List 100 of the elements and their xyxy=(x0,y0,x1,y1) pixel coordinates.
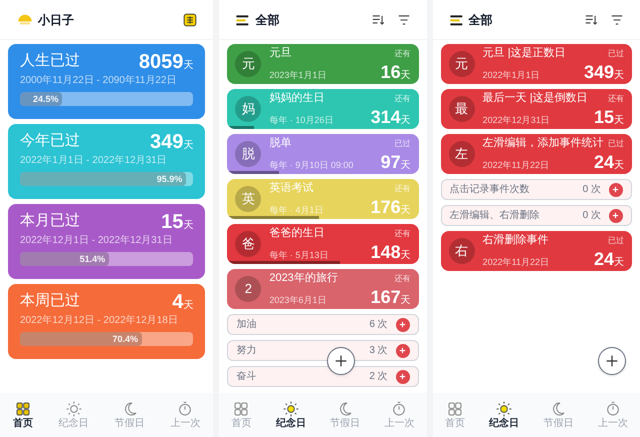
day-unit: 天 xyxy=(614,160,624,171)
plus-icon xyxy=(611,211,620,220)
counter-label: 点击记录事件次数 xyxy=(450,182,530,197)
nav-tab[interactable]: 首页 xyxy=(223,401,260,429)
moon-icon xyxy=(550,401,566,417)
day-count: 15 xyxy=(161,212,184,232)
event-title: 英语考试 xyxy=(269,182,314,196)
day-unit: 天 xyxy=(400,70,411,81)
counter-value: 0 次 xyxy=(582,183,601,197)
plus-icon xyxy=(332,353,349,369)
event-title: 最后一天 |这是倒数日 xyxy=(482,92,588,106)
day-unit: 天 xyxy=(183,139,194,153)
event-title: 元旦 xyxy=(269,47,292,61)
nav-tab[interactable]: 首页 xyxy=(436,401,473,429)
add-count-button[interactable] xyxy=(608,208,623,222)
status-tag: 还有 xyxy=(394,230,411,238)
avatar-badge: 最 xyxy=(448,96,475,122)
counter-value: 0 次 xyxy=(582,209,601,223)
filter-icon xyxy=(610,12,624,26)
event-date: 2023年1月1日 xyxy=(269,70,326,81)
plus-icon xyxy=(604,353,620,369)
day-count: 314 xyxy=(370,108,401,126)
add-count-button[interactable] xyxy=(396,344,410,358)
category-title: 全部 xyxy=(468,12,493,28)
day-unit: 天 xyxy=(400,296,411,306)
status-tag: 还有 xyxy=(394,185,411,193)
event-date: 每年 · 5月13日 xyxy=(269,250,328,261)
avatar-badge: 爸 xyxy=(235,231,262,257)
day-count: 24 xyxy=(594,250,614,268)
app-title: 小日子 xyxy=(38,12,74,28)
day-unit: 天 xyxy=(400,160,411,171)
date-range: 2022年1月1日 - 2022年12月31日 xyxy=(20,155,167,168)
event-date: 每年 · 9月10日 09:00 xyxy=(269,160,354,171)
day-unit: 天 xyxy=(400,206,411,216)
nav-tab[interactable]: 节假日 xyxy=(106,401,153,429)
status-tag: 还有 xyxy=(394,275,411,283)
counter-row[interactable]: 左滑编辑、右滑删除 0 次 xyxy=(440,205,632,226)
event-title: 妈妈的生日 xyxy=(269,92,324,106)
event-title: 右滑删除事件 xyxy=(482,234,549,248)
status-tag: 已过 xyxy=(608,140,624,148)
calendar-icon xyxy=(183,12,198,26)
status-tag: 已过 xyxy=(394,140,411,148)
sort-icon xyxy=(584,12,598,26)
nav-tab[interactable]: 纪念日 xyxy=(481,401,528,429)
avatar-badge: 妈 xyxy=(235,96,262,122)
nav-tab[interactable]: 上一次 xyxy=(590,401,636,429)
day-count: 8059 xyxy=(138,52,184,72)
day-count: 97 xyxy=(380,152,401,171)
card-title: 今年已过 xyxy=(20,132,80,151)
stopwatch-icon xyxy=(604,401,621,417)
nav-tab[interactable]: 节假日 xyxy=(535,401,582,429)
percent-label: 70.4% xyxy=(112,333,138,346)
avatar-badge: 英 xyxy=(235,186,262,212)
nav-tab[interactable]: 上一次 xyxy=(162,401,208,429)
stopwatch-icon xyxy=(391,401,408,417)
avatar-badge: 元 xyxy=(235,51,262,77)
date-range: 2022年12月1日 - 2022年12月31日 xyxy=(20,235,172,248)
nav-tab[interactable]: 纪念日 xyxy=(268,401,314,429)
day-unit: 天 xyxy=(400,116,411,126)
event-title: 爸爸的生日 xyxy=(269,227,324,241)
nav-tab[interactable]: 上一次 xyxy=(376,401,422,429)
day-unit: 天 xyxy=(400,250,411,261)
nav-tab[interactable]: 节假日 xyxy=(322,401,368,429)
nav-tab[interactable]: 首页 xyxy=(4,401,41,429)
status-tag: 已过 xyxy=(608,50,624,58)
event-title: 2023年的旅行 xyxy=(269,272,338,286)
avatar-badge: 脱 xyxy=(235,141,262,167)
day-count: 16 xyxy=(380,62,401,81)
event-title: 脱单 xyxy=(269,137,292,151)
day-unit: 天 xyxy=(614,70,624,81)
add-count-button[interactable] xyxy=(608,182,623,196)
sun-icon xyxy=(282,401,299,417)
percent-label: 51.4% xyxy=(80,253,106,266)
day-count: 4 xyxy=(172,292,184,312)
day-unit: 天 xyxy=(183,219,194,233)
grid-icon xyxy=(14,401,31,417)
counter-row[interactable]: 奋斗 2 次 xyxy=(227,366,419,387)
percent-label: 95.9% xyxy=(156,173,182,186)
avatar-badge: 元 xyxy=(448,51,475,77)
day-unit: 天 xyxy=(183,300,194,313)
date-range: 2000年11月22日 - 2090年11月22日 xyxy=(20,75,176,88)
date-range: 2022年12月12日 - 2022年12月18日 xyxy=(20,315,178,328)
counter-value: 2 次 xyxy=(369,370,388,384)
nav-tab[interactable]: 纪念日 xyxy=(50,401,97,429)
counter-row[interactable]: 点击记录事件次数 0 次 xyxy=(440,179,632,200)
event-title: 左滑编辑，添加事件统计 xyxy=(482,137,604,151)
day-count: 349 xyxy=(150,132,184,152)
counter-row[interactable]: 努力 3 次 xyxy=(227,340,419,361)
day-count: 176 xyxy=(370,198,401,216)
grid-icon xyxy=(446,401,463,417)
sort-icon xyxy=(370,12,385,26)
event-date: 2022年11月22日 xyxy=(482,160,550,171)
category-title: 全部 xyxy=(255,12,280,28)
event-date: 2023年6月1日 xyxy=(269,294,326,306)
add-count-button[interactable] xyxy=(396,370,410,384)
day-count: 15 xyxy=(594,108,614,126)
sun-icon xyxy=(496,401,512,417)
add-count-button[interactable] xyxy=(396,318,410,332)
counter-row[interactable]: 加油 6 次 xyxy=(227,314,419,335)
add-button[interactable] xyxy=(598,347,626,375)
